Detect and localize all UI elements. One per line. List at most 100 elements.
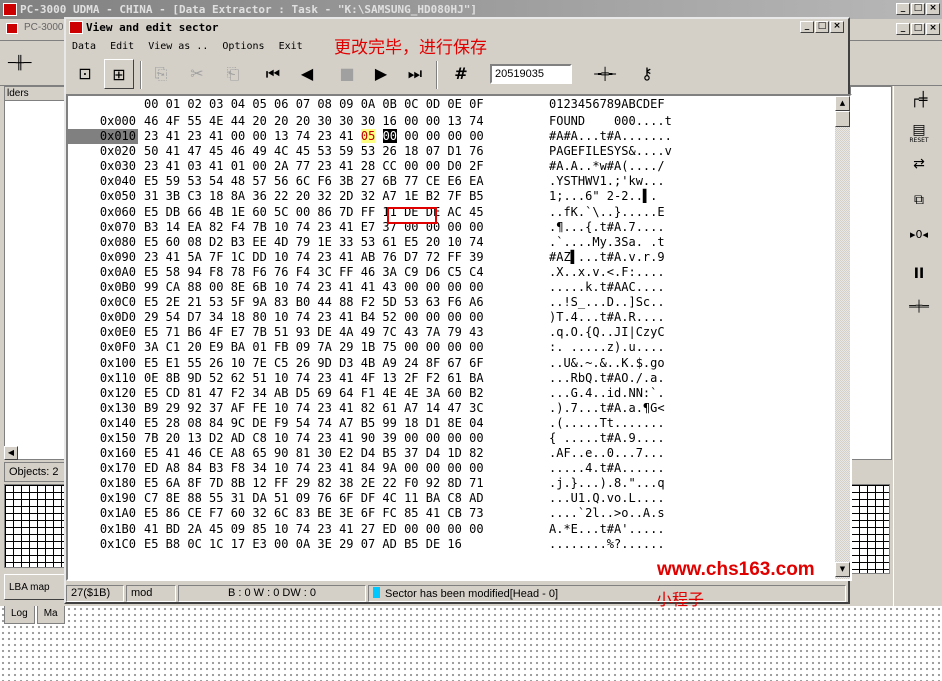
hex-row[interactable]: 0x010 23 41 23 41 00 00 13 74 23 41 05 00…: [68, 129, 835, 145]
hex-row[interactable]: 0x1B0 41 BD 2A 45 09 85 10 74 23 41 27 ED…: [68, 522, 835, 537]
hex-row-bytes[interactable]: 46 4F 55 4E 44 20 20 20 30 30 30 16 00 0…: [144, 114, 484, 129]
menu-edit[interactable]: Edit: [110, 41, 134, 56]
hex-row-bytes[interactable]: 0E 8B 9D 52 62 51 10 74 23 41 4F 13 2F F…: [144, 371, 484, 386]
cut-button[interactable]: ✂: [182, 59, 212, 89]
hex-row-bytes[interactable]: 41 BD 2A 45 09 85 10 74 23 41 27 ED 00 0…: [144, 522, 484, 537]
hex-row-bytes[interactable]: E5 59 53 54 48 57 56 6C F6 3B 27 6B 77 C…: [144, 174, 484, 189]
hex-row-bytes[interactable]: E5 58 94 F8 78 F6 76 F4 3C FF 46 3A C9 D…: [144, 265, 484, 280]
hex-row[interactable]: 0x030 23 41 03 41 01 00 2A 77 23 41 28 CC…: [68, 159, 835, 174]
hex-row-ascii[interactable]: #A.A..*w#A(..../: [549, 159, 665, 174]
tab-log[interactable]: Log: [4, 606, 35, 624]
hex-row[interactable]: 0x110 0E 8B 9D 52 62 51 10 74 23 41 4F 13…: [68, 371, 835, 386]
lba-map-tab[interactable]: LBA map: [4, 574, 66, 600]
sector-number-input[interactable]: [490, 64, 572, 84]
mdi-close-button[interactable]: ×: [926, 23, 940, 35]
hex-row[interactable]: 0x0C0 E5 2E 21 53 5F 9A 83 B0 44 88 F2 5D…: [68, 295, 835, 310]
hex-row-bytes[interactable]: E5 60 08 D2 B3 EE 4D 79 1E 33 53 61 E5 2…: [144, 235, 484, 250]
scroll-up-button[interactable]: ▲: [835, 96, 850, 111]
hex-row-ascii[interactable]: .j.}...).8."...q: [549, 476, 665, 491]
hex-row-ascii[interactable]: ........%?......: [549, 537, 665, 552]
maximize-button[interactable]: □: [911, 3, 925, 15]
folders-tree[interactable]: lders: [4, 86, 66, 460]
copy-icon[interactable]: ⧉: [906, 192, 932, 214]
next-sector-button[interactable]: ▶: [366, 59, 396, 89]
hex-row[interactable]: 0x140 E5 28 08 84 9C DE F9 54 74 A7 B5 99…: [68, 416, 835, 431]
hex-row[interactable]: 0x080 E5 60 08 D2 B3 EE 4D 79 1E 33 53 61…: [68, 235, 835, 250]
goto-sector-button[interactable]: #: [446, 59, 476, 89]
hex-row-ascii[interactable]: A.*E...t#A'.....: [549, 522, 665, 537]
transfer-icon[interactable]: ⇄: [906, 156, 932, 178]
hex-row-ascii[interactable]: .X..x.v.<.F:....: [549, 265, 665, 280]
key-button[interactable]: ⚷: [632, 59, 662, 89]
zero-fill-icon[interactable]: ▸0◂: [906, 228, 932, 250]
hex-row[interactable]: 0x000 46 4F 55 4E 44 20 20 20 30 30 30 16…: [68, 114, 835, 129]
hex-row-bytes[interactable]: E5 6A 8F 7D 8B 12 FF 29 82 38 2E 22 F0 9…: [144, 476, 484, 491]
hex-vertical-scrollbar[interactable]: ▲ ▼: [835, 96, 850, 579]
hex-row-ascii[interactable]: 1;...6" 2-2..▌.: [549, 189, 657, 204]
hex-row-ascii[interactable]: .).7...t#A.a.¶G<: [549, 401, 665, 416]
hex-byte[interactable]: 05: [360, 129, 376, 144]
last-sector-button[interactable]: ⏭: [400, 59, 430, 89]
hex-byte[interactable]: 74: [296, 129, 310, 143]
hex-row-ascii[interactable]: .....k.t#AAC....: [549, 280, 665, 295]
hex-byte[interactable]: 41: [166, 129, 180, 143]
hex-editor[interactable]: 00 01 02 03 04 05 06 07 08 09 0A 0B 0C 0…: [66, 94, 852, 581]
hex-row[interactable]: 0x150 7B 20 13 D2 AD C8 10 74 23 41 90 39…: [68, 431, 835, 446]
hex-row-ascii[interactable]: #AZ▌...t#A.v.r.9: [549, 250, 665, 265]
hex-row-ascii[interactable]: .q.O.{Q..JI|CzyC: [549, 325, 665, 340]
mdi-maximize-button[interactable]: □: [911, 23, 925, 35]
stop-button[interactable]: ■: [332, 59, 362, 89]
save-button[interactable]: ⊞: [104, 59, 134, 89]
hex-row[interactable]: 0x120 E5 CD 81 47 F2 34 AB D5 69 64 F1 4E…: [68, 386, 835, 401]
hex-row[interactable]: 0x0E0 E5 71 B6 4F E7 7B 51 93 DE 4A 49 7C…: [68, 325, 835, 340]
objects-grid[interactable]: [4, 484, 66, 568]
hex-row-bytes[interactable]: E5 71 B6 4F E7 7B 51 93 DE 4A 49 7C 43 7…: [144, 325, 484, 340]
hex-byte[interactable]: 23: [318, 129, 332, 143]
hex-byte[interactable]: 00: [448, 129, 462, 143]
hex-row[interactable]: 0x160 E5 41 46 CE A8 65 90 81 30 E2 D4 B5…: [68, 446, 835, 461]
hex-row[interactable]: 0x100 E5 E1 55 26 10 7E C5 26 9D D3 4B A9…: [68, 356, 835, 371]
hex-byte[interactable]: 23: [144, 129, 158, 143]
copy-button[interactable]: ⎘: [146, 59, 176, 89]
hex-row[interactable]: 0x0B0 99 CA 88 00 8E 6B 10 74 23 41 41 43…: [68, 280, 835, 295]
hex-row-bytes[interactable]: 3A C1 20 E9 BA 01 FB 09 7A 29 1B 75 00 0…: [144, 340, 484, 355]
reset-icon[interactable]: ▤ RESET: [906, 122, 932, 144]
hex-row[interactable]: 0x090 23 41 5A 7F 1C DD 10 74 23 41 AB 76…: [68, 250, 835, 265]
hex-row-bytes[interactable]: 23 41 23 41 00 00 13 74 23 41 05 00 00 0…: [144, 129, 484, 144]
hex-row-bytes[interactable]: 23 41 5A 7F 1C DD 10 74 23 41 AB 76 D7 7…: [144, 250, 484, 265]
minimize-button[interactable]: _: [896, 3, 910, 15]
prev-sector-button[interactable]: ◀: [292, 59, 322, 89]
scroll-down-button[interactable]: ▼: [835, 562, 850, 577]
hex-row[interactable]: 0x130 B9 29 92 37 AF FE 10 74 23 41 82 61…: [68, 401, 835, 416]
hex-row-bytes[interactable]: E5 86 CE F7 60 32 6C 83 BE 3E 6F FC 85 4…: [144, 506, 484, 521]
hex-row-ascii[interactable]: #A#A...t#A.......: [549, 129, 672, 144]
hex-row[interactable]: 0x040 E5 59 53 54 48 57 56 6C F6 3B 27 6B…: [68, 174, 835, 189]
dialog-maximize-button[interactable]: □: [815, 21, 829, 33]
hex-row-bytes[interactable]: E5 B8 0C 1C 17 E3 00 0A 3E 29 07 AD B5 D…: [144, 537, 462, 552]
hex-row[interactable]: 0x060 E5 DB 66 4B 1E 60 5C 00 86 7D FF 11…: [68, 205, 835, 220]
menu-options[interactable]: Options: [222, 41, 264, 56]
hex-row[interactable]: 0x180 E5 6A 8F 7D 8B 12 FF 29 82 38 2E 22…: [68, 476, 835, 491]
hex-row-ascii[interactable]: .....4.t#A......: [549, 461, 665, 476]
dialog-close-button[interactable]: ×: [830, 21, 844, 33]
hex-row-bytes[interactable]: B9 29 92 37 AF FE 10 74 23 41 82 61 A7 1…: [144, 401, 484, 416]
hex-byte[interactable]: 41: [339, 129, 353, 143]
hex-row-ascii[interactable]: ..!S_...D..]Sc..: [549, 295, 665, 310]
hex-row-bytes[interactable]: 23 41 03 41 01 00 2A 77 23 41 28 CC 00 0…: [144, 159, 484, 174]
hex-row[interactable]: 0x070 B3 14 EA 82 F4 7B 10 74 23 41 E7 37…: [68, 220, 835, 235]
first-sector-button[interactable]: ⏮: [258, 59, 288, 89]
hex-row[interactable]: 0x020 50 41 47 45 46 49 4C 45 53 59 53 26…: [68, 144, 835, 159]
hex-byte[interactable]: 00: [382, 129, 398, 144]
link-icon[interactable]: ─╫─: [8, 56, 31, 71]
hex-row-ascii[interactable]: .`....My.3Sa. .t: [549, 235, 665, 250]
open-button[interactable]: ⊡: [70, 59, 100, 89]
hex-row-bytes[interactable]: ED A8 84 B3 F8 34 10 74 23 41 84 9A 00 0…: [144, 461, 484, 476]
hex-row-ascii[interactable]: ..U&.~.&..K.$.go: [549, 356, 665, 371]
hex-byte[interactable]: 00: [231, 129, 245, 143]
hex-row-bytes[interactable]: 50 41 47 45 46 49 4C 45 53 59 53 26 18 0…: [144, 144, 484, 159]
hex-row-ascii[interactable]: FOUND 000....t: [549, 114, 672, 129]
hex-row-bytes[interactable]: 7B 20 13 D2 AD C8 10 74 23 41 90 39 00 0…: [144, 431, 484, 446]
hex-row-ascii[interactable]: .AF..e..0...7...: [549, 446, 665, 461]
hex-row-ascii[interactable]: ...U1.Q.vo.L....: [549, 491, 665, 506]
scroll-left-button[interactable]: ◀: [4, 446, 18, 460]
